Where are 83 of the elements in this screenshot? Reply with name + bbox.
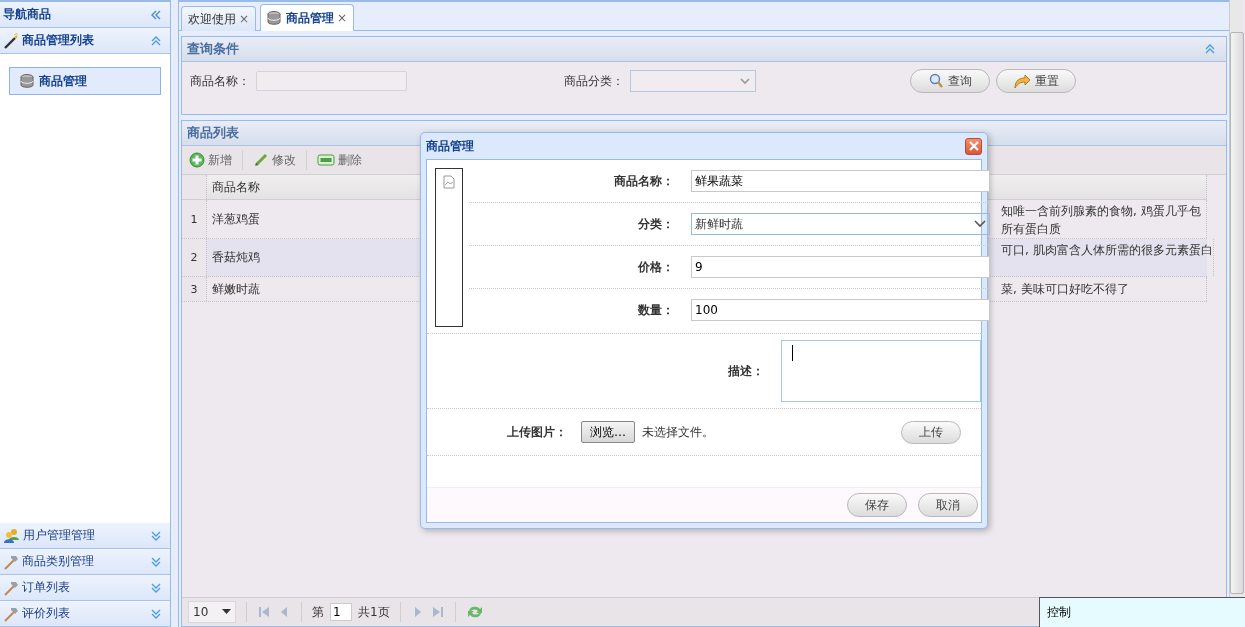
database-icon	[20, 73, 36, 89]
page-label: 第	[312, 603, 324, 621]
accordion-label: 评价列表	[22, 605, 71, 622]
close-button[interactable]: ×	[239, 12, 250, 26]
page-number-field[interactable]: 1	[330, 603, 352, 621]
dropdown-icon	[740, 77, 750, 85]
add-button[interactable]: 新增	[187, 151, 234, 169]
field-label: 价格：	[637, 258, 674, 276]
field-label: 描述：	[727, 362, 764, 380]
expand-icon	[150, 582, 162, 593]
users-icon	[3, 527, 20, 544]
curved-arrow-icon	[1013, 73, 1031, 89]
text-field[interactable]: 鲜果蔬菜	[691, 170, 990, 192]
first-page-icon[interactable]	[257, 605, 271, 619]
name-field[interactable]	[256, 71, 407, 91]
sidebar-title: 导航商品	[3, 6, 52, 23]
description-field[interactable]	[781, 340, 981, 402]
refresh-icon[interactable]	[465, 604, 484, 620]
database-icon	[267, 10, 284, 26]
field-label: 商品名称：	[190, 72, 251, 90]
edit-button[interactable]: 修改	[251, 151, 298, 169]
field-label: 上传图片：	[507, 423, 567, 441]
accordion-header[interactable]: 商品管理列表	[0, 28, 170, 54]
nav-item[interactable]: 商品管理	[9, 67, 161, 95]
field-label: 分类：	[637, 215, 674, 233]
close-button[interactable]	[965, 137, 982, 155]
table-cell: 知唯一含前列腺素的食物, 鸡蛋几乎包 所有蛋白质	[997, 200, 1207, 238]
collapse-icon	[150, 35, 162, 46]
search-button[interactable]: 查询	[910, 69, 990, 93]
page-size-select[interactable]: 10	[188, 601, 236, 623]
hammer-icon	[3, 553, 19, 570]
field-label: 商品名称：	[613, 172, 674, 190]
expand-icon	[150, 530, 162, 541]
tab[interactable]: 商品管理 ×	[260, 4, 355, 31]
category-select[interactable]: 新鲜时蔬	[691, 213, 990, 235]
accordion-header[interactable]: 商品类别管理	[0, 549, 170, 575]
field-label: 商品分类：	[564, 72, 625, 90]
collapse-icon[interactable]	[150, 9, 162, 20]
panel-title: 查询条件	[187, 40, 239, 58]
table-cell: 可口, 肌肉富含人体所需的很多元素蛋白	[997, 239, 1214, 276]
hammer-icon	[3, 579, 19, 596]
splitter[interactable]	[171, 0, 179, 627]
search-icon	[928, 73, 944, 89]
accordion-label: 商品管理列表	[22, 32, 95, 49]
text-field[interactable]: 100	[691, 299, 990, 321]
file-status: 未选择文件。	[642, 423, 715, 441]
hammer-icon	[3, 605, 19, 622]
broken-image-icon	[442, 175, 456, 189]
pencil-icon	[253, 152, 269, 168]
popup-title: 控制	[1047, 605, 1071, 619]
category-select[interactable]	[630, 70, 756, 92]
reset-button[interactable]: 重置	[996, 69, 1076, 93]
dialog-title: 商品管理	[426, 137, 474, 155]
panel-title: 商品列表	[187, 124, 239, 142]
text-field[interactable]: 9	[691, 256, 990, 278]
last-page-icon[interactable]	[430, 605, 445, 619]
upload-button[interactable]: 上传	[901, 420, 961, 444]
expand-icon	[150, 608, 162, 619]
tab[interactable]: 欢迎使用 ×	[181, 6, 257, 31]
dropdown-icon	[974, 220, 986, 228]
remove-button[interactable]: 删除	[315, 151, 364, 169]
expand-icon	[150, 556, 162, 567]
close-button[interactable]: ×	[337, 11, 348, 25]
row-number: 2	[182, 239, 206, 276]
accordion-label: 用户管理管理	[23, 527, 96, 544]
page-total: 共1页	[358, 603, 390, 621]
accordion-header[interactable]: 订单列表	[0, 575, 170, 601]
field-label: 数量：	[637, 301, 674, 319]
minus-icon	[317, 154, 335, 166]
accordion-label: 订单列表	[22, 579, 71, 596]
accordion-header[interactable]: 用户管理管理	[0, 523, 170, 549]
save-button[interactable]: 保存	[847, 493, 907, 517]
plus-icon	[189, 152, 205, 168]
browse-button[interactable]: 浏览…	[581, 421, 635, 443]
caret-icon	[222, 609, 231, 615]
table-cell: 菜, 美味可口好吃不得了	[997, 277, 1207, 301]
accordion-label: 商品类别管理	[22, 553, 95, 570]
accordion-header[interactable]: 评价列表	[0, 601, 170, 627]
row-number: 1	[182, 200, 206, 238]
collapse-icon[interactable]	[1204, 44, 1216, 54]
cancel-button[interactable]: 取消	[918, 493, 978, 517]
wand-icon	[3, 32, 19, 49]
row-number: 3	[182, 277, 206, 301]
